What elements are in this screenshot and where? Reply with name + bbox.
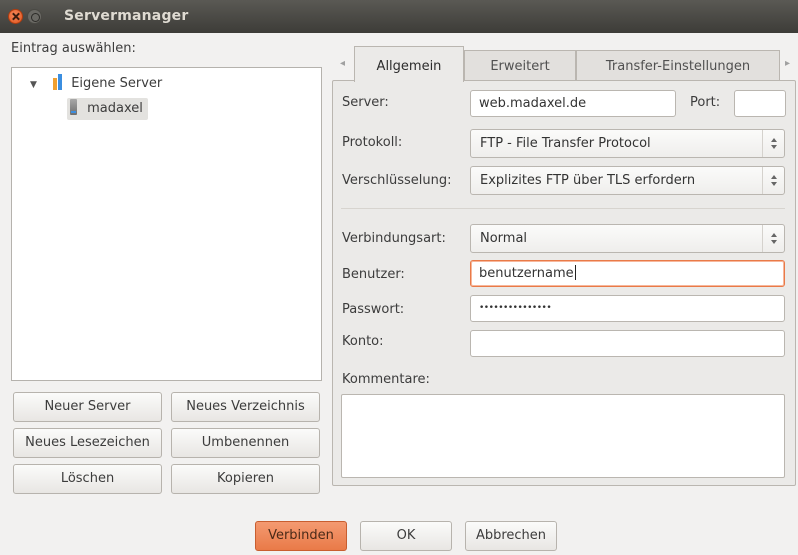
server-label: Server: [342,95,389,110]
server-tree[interactable]: ▼ Eigene Server madaxel [11,67,322,381]
tab-scroll-right-icon[interactable]: ▸ [785,58,790,69]
user-label: Benutzer: [342,267,405,282]
select-entry-label: Eintrag auswählen: [11,41,136,56]
server-group-icon [53,74,63,90]
comments-label: Kommentare: [342,372,430,387]
tree-item-group[interactable]: ▼ Eigene Server [30,73,162,95]
logon-type-select[interactable]: Normal [470,224,785,253]
tab-transfer-settings[interactable]: Transfer-Einstellungen [576,50,780,82]
tab-advanced[interactable]: Erweitert [464,50,576,82]
server-input[interactable]: web.madaxel.de [470,90,676,117]
close-icon[interactable] [8,9,23,24]
server-icon [70,99,77,115]
account-input[interactable] [470,330,785,357]
user-input[interactable]: benutzername [470,260,785,287]
port-label: Port: [690,95,721,110]
text-cursor [574,265,576,280]
delete-button[interactable]: Löschen [13,464,162,494]
select-stepper-icon [762,130,784,157]
select-stepper-icon [762,167,784,194]
port-input[interactable] [734,90,786,117]
rename-button[interactable]: Umbenennen [171,428,320,458]
encryption-label: Verschlüsselung: [342,173,452,188]
protocol-select[interactable]: FTP - File Transfer Protocol [470,129,785,158]
form-divider [341,208,785,209]
tree-item-server-label: madaxel [87,101,143,116]
ok-button[interactable]: OK [360,521,452,551]
tree-item-group-label: Eigene Server [71,76,163,91]
new-bookmark-button[interactable]: Neues Lesezeichen [13,428,162,458]
logon-type-label: Verbindungsart: [342,231,446,246]
new-folder-button[interactable]: Neues Verzeichnis [171,392,320,422]
copy-button[interactable]: Kopieren [171,464,320,494]
minimize-icon[interactable] [27,9,42,24]
logon-type-value: Normal [480,231,528,246]
password-input[interactable]: ••••••••••••••• [470,295,785,322]
protocol-label: Protokoll: [342,135,403,150]
user-value: benutzername [479,266,574,281]
password-label: Passwort: [342,302,405,317]
encryption-value: Explizites FTP über TLS erfordern [480,173,696,188]
window-titlebar: Servermanager [0,0,798,33]
window-title: Servermanager [64,8,189,24]
tree-item-server[interactable]: madaxel [67,98,148,120]
account-label: Konto: [342,334,384,349]
comments-textarea[interactable] [341,394,785,478]
encryption-select[interactable]: Explizites FTP über TLS erfordern [470,166,785,195]
new-server-button[interactable]: Neuer Server [13,392,162,422]
tab-scroll-left-icon[interactable]: ◂ [340,58,345,69]
cancel-button[interactable]: Abbrechen [465,521,557,551]
select-stepper-icon [762,225,784,252]
expander-icon[interactable]: ▼ [30,80,37,90]
connect-button[interactable]: Verbinden [255,521,347,551]
tab-general[interactable]: Allgemein [354,46,464,82]
protocol-value: FTP - File Transfer Protocol [480,136,651,151]
